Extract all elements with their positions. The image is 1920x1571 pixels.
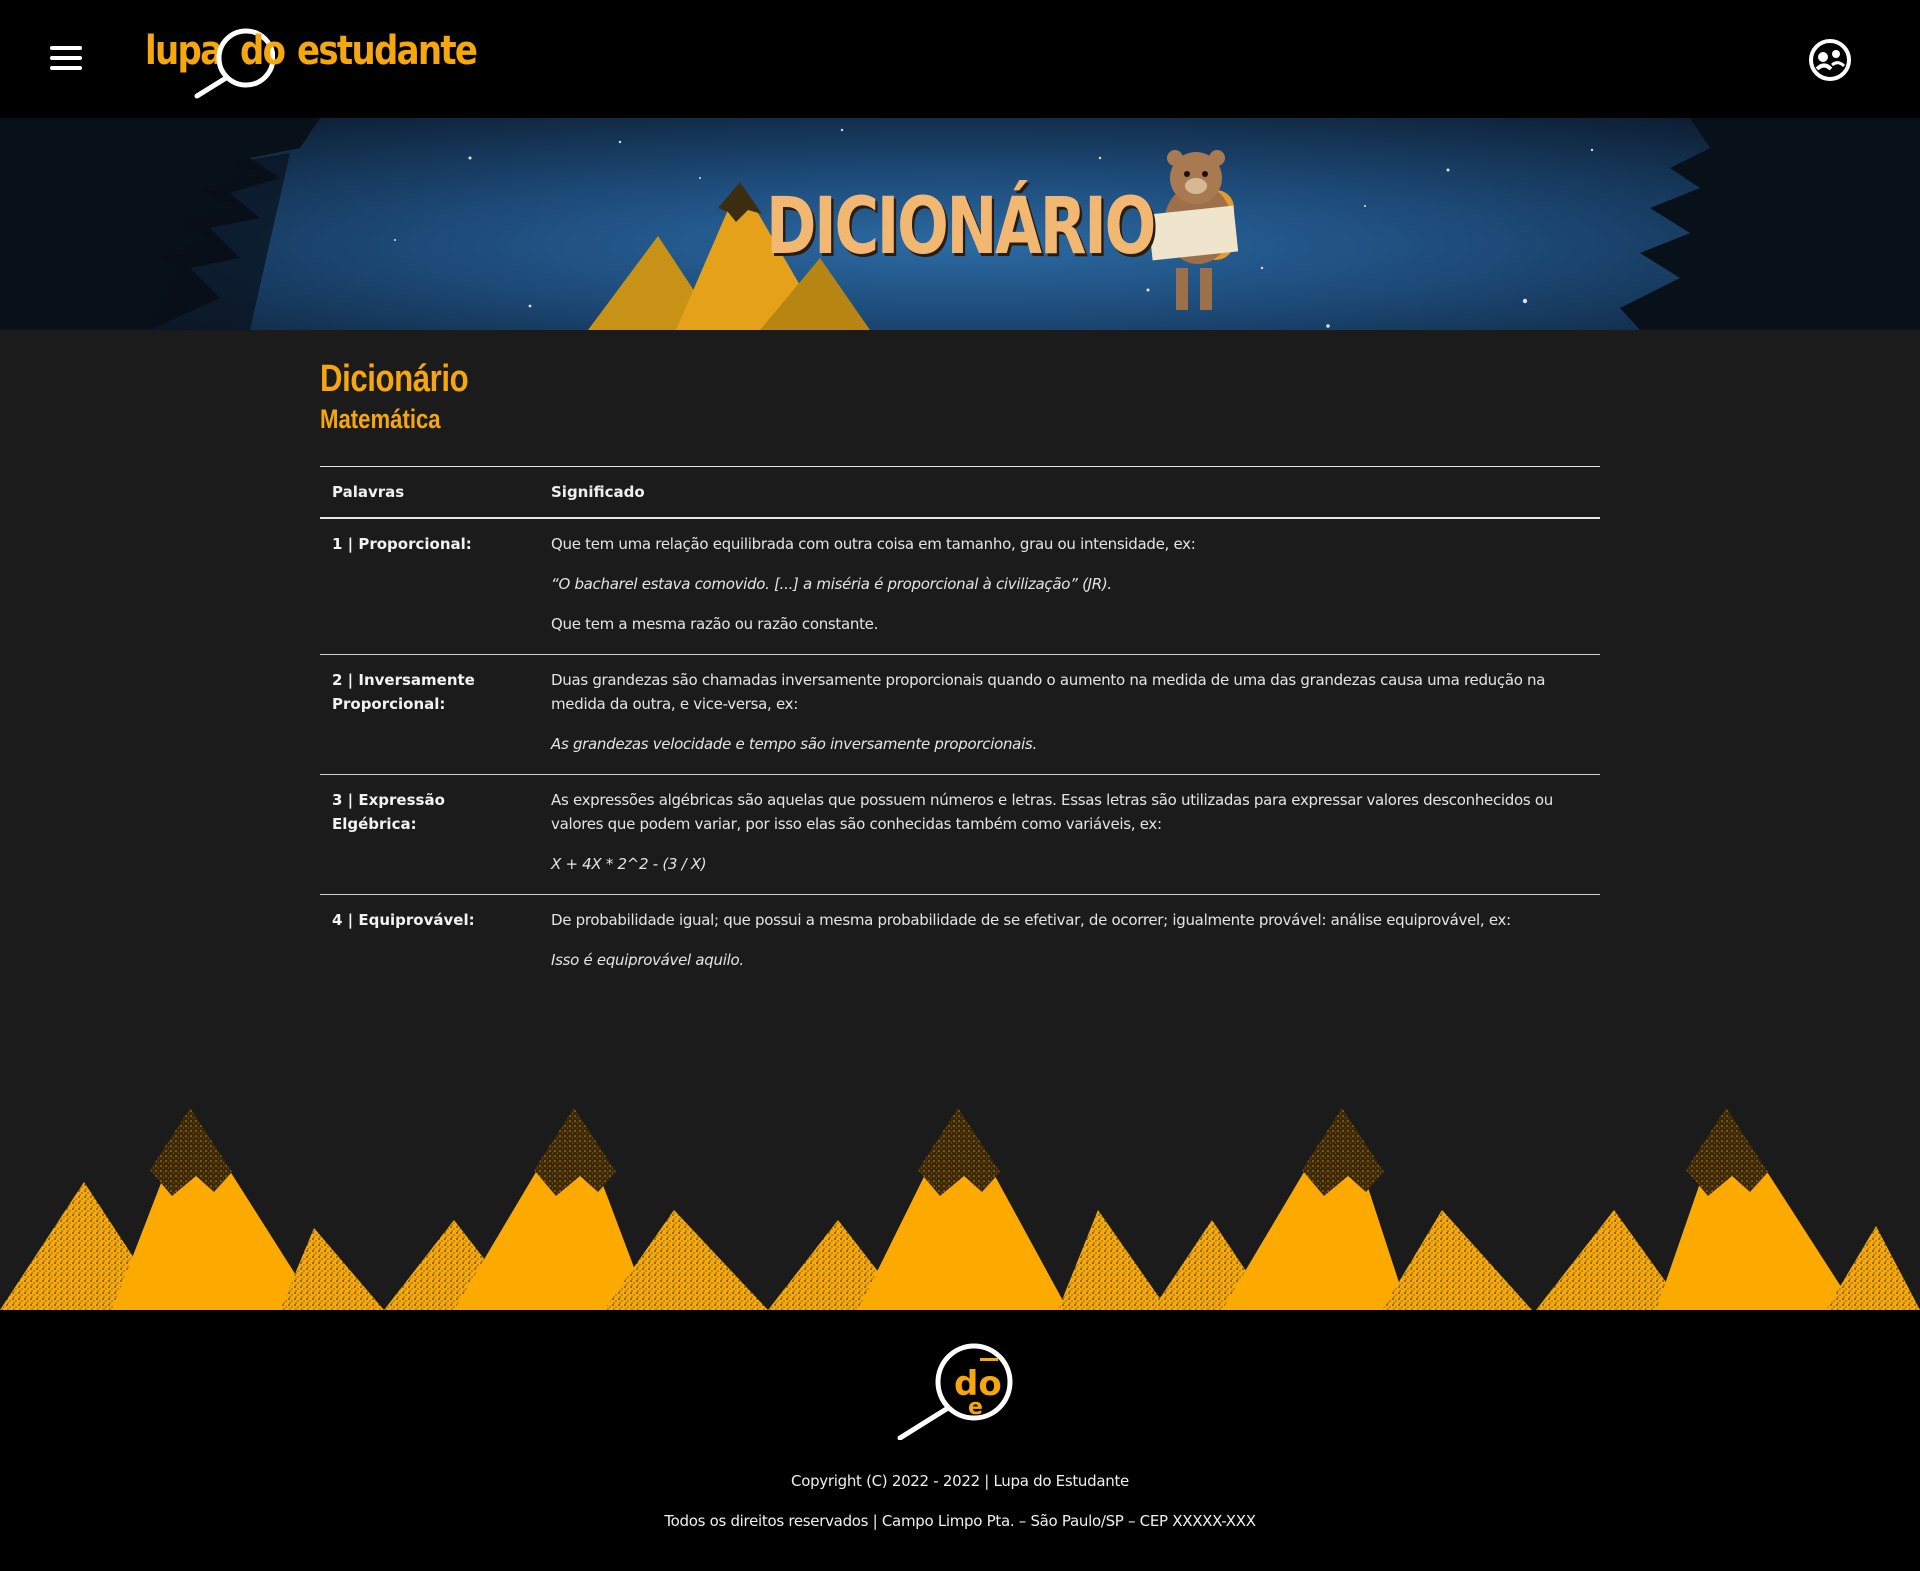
user-avatar-icon[interactable]: [1808, 38, 1852, 82]
meaning-text: Que tem uma relação equilibrada com outr…: [551, 535, 1196, 553]
table-row: 3 | Expressão Elgébrica: As expressões a…: [320, 774, 1600, 895]
meaning-cell: De probabilidade igual; que possui a mes…: [539, 895, 1600, 991]
table-row: 2 | Inversamente Proporcional: Duas gran…: [320, 654, 1600, 775]
svg-text:e: e: [968, 1395, 983, 1420]
column-header-meaning: Significado: [539, 466, 1600, 519]
copyright-text: Copyright (C) 2022 - 2022 | Lupa do Estu…: [791, 1472, 1129, 1490]
meaning-text: As expressões algébricas são aquelas que…: [551, 791, 1553, 833]
meaning-text: Duas grandezas são chamadas inversamente…: [551, 671, 1546, 713]
meaning-text: De probabilidade igual; que possui a mes…: [551, 911, 1511, 929]
banner-title: DICIONÁRIO: [766, 182, 1156, 272]
meaning-cell: As expressões algébricas são aquelas que…: [539, 774, 1600, 895]
term-cell: 2 | Inversamente Proporcional:: [320, 654, 539, 775]
rights-text: Todos os direitos reservados | Campo Lim…: [664, 1512, 1256, 1530]
mountains-decoration: [0, 1108, 1920, 1310]
meaning-cell: Duas grandezas são chamadas inversamente…: [539, 654, 1600, 775]
table-row: 1 | Proporcional: Que tem uma relação eq…: [320, 518, 1600, 655]
logo-word-estudante: estudante: [297, 28, 478, 74]
column-header-words: Palavras: [320, 466, 539, 519]
example-text: “O bacharel estava comovido. [...] a mis…: [551, 575, 1112, 593]
table-row: 4 | Equiprovável: De probabilidade igual…: [320, 895, 1600, 991]
logo-word-do: do: [240, 28, 286, 74]
site-logo[interactable]: lupa do estudante: [145, 18, 485, 100]
dictionary-banner: DICIONÁRIO: [0, 118, 1920, 330]
table-header-row: Palavras Significado: [320, 466, 1600, 519]
example-text: Isso é equiprovável aquilo.: [551, 951, 744, 969]
meaning-text: Que tem a mesma razão ou razão constante…: [551, 615, 879, 633]
footer-logo-magnifier-icon: do e: [897, 1343, 1013, 1440]
term-cell: 1 | Proporcional:: [320, 518, 539, 655]
term-cell: 3 | Expressão Elgébrica:: [320, 774, 539, 895]
page-title: Dicionário: [320, 358, 469, 400]
meaning-cell: Que tem uma relação equilibrada com outr…: [539, 518, 1600, 655]
dictionary-table: Palavras Significado 1 | Proporcional: Q…: [320, 466, 1600, 990]
site-footer: do e Copyright (C) 2022 - 2022 | Lupa do…: [0, 1310, 1920, 1571]
page-subtitle: Matemática: [320, 404, 441, 434]
top-navbar: lupa do estudante: [0, 0, 1920, 118]
example-text: X + 4X * 2^2 - (3 / X): [551, 855, 707, 873]
example-text: As grandezas velocidade e tempo são inve…: [551, 735, 1037, 753]
hamburger-menu-icon[interactable]: [50, 46, 82, 70]
term-cell: 4 | Equiprovável:: [332, 911, 475, 929]
